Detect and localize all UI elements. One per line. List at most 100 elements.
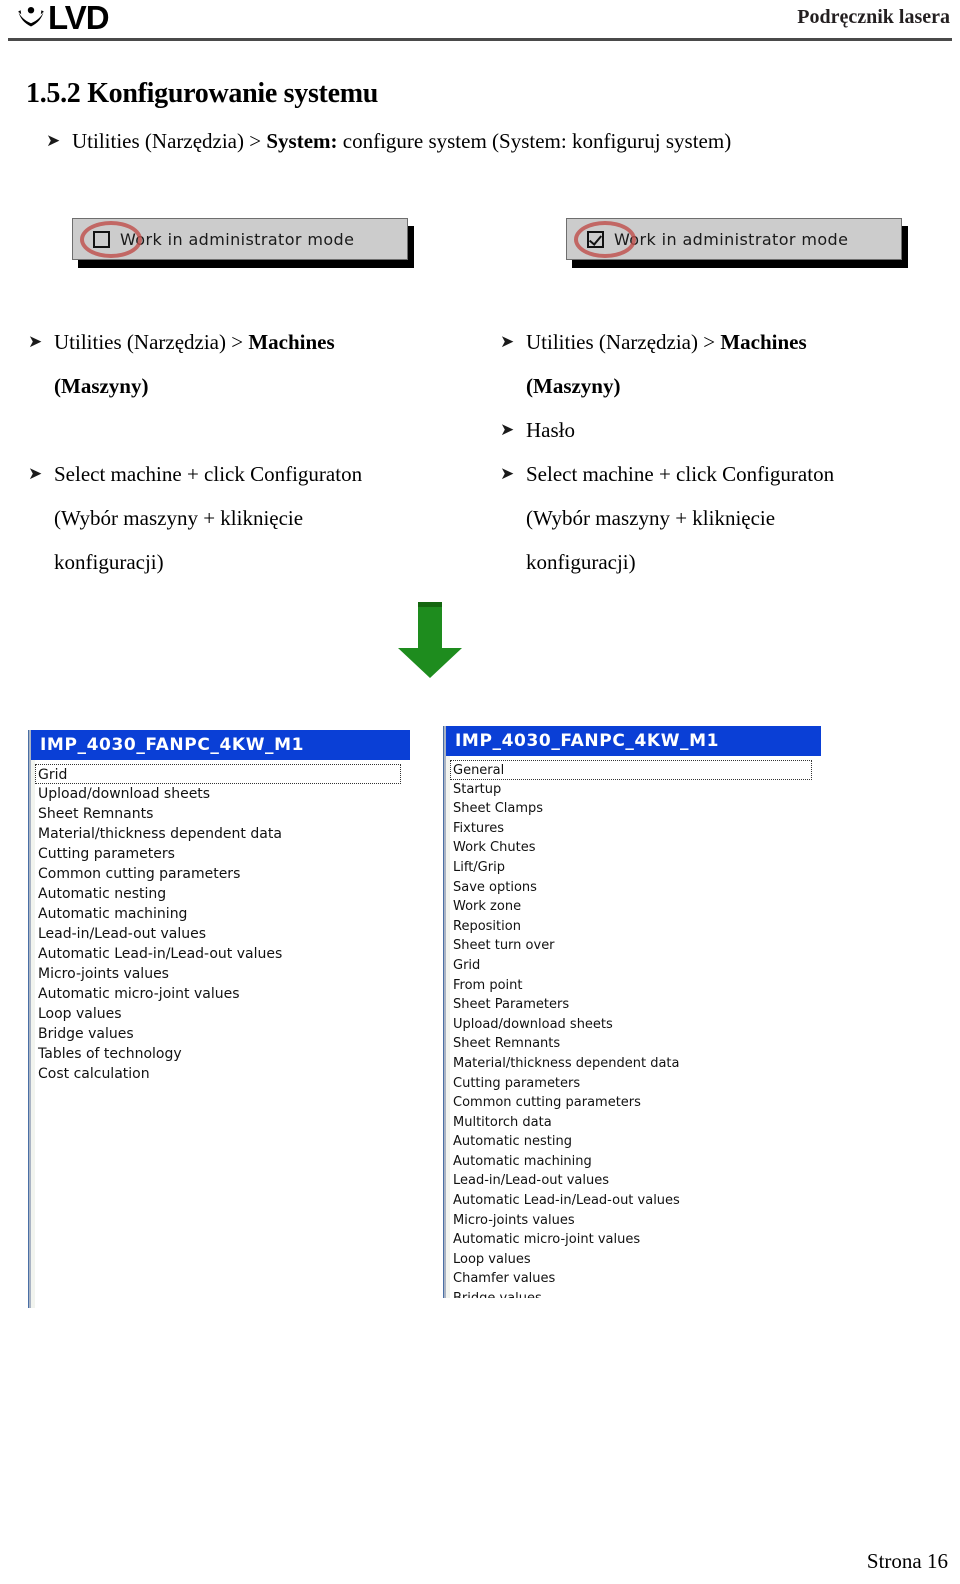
page-number: Strona 16 <box>866 1549 948 1573</box>
tree-item[interactable]: Tables of technology <box>35 1044 403 1064</box>
tree-item[interactable]: Multitorch data <box>450 1113 814 1133</box>
tree-title-left: IMP_4030_FANPC_4KW_M1 <box>31 730 410 760</box>
right-bullet-haslo: ➤ Hasło <box>500 408 930 452</box>
right-b1-bold: Machines <box>720 330 807 354</box>
tree-item[interactable]: Automatic machining <box>450 1152 814 1172</box>
tree-item[interactable]: From point <box>450 976 814 996</box>
tree-item[interactable]: Sheet Clamps <box>450 799 814 819</box>
tree-item[interactable]: Upload/download sheets <box>450 1015 814 1035</box>
right-bullet-1-text: Utilities (Narzędzia) > Machines <box>526 320 807 364</box>
bullet-arrow-icon: ➤ <box>500 464 515 484</box>
tree-item[interactable]: Cutting parameters <box>35 844 403 864</box>
green-down-arrow-icon <box>398 602 462 678</box>
header-divider <box>8 38 952 41</box>
intro-bullet-text: Utilities (Narzędzia) > System: configur… <box>72 128 731 154</box>
tree-item[interactable]: Automatic nesting <box>450 1132 814 1152</box>
bullet-arrow-icon: ➤ <box>46 131 61 151</box>
left-bullet-2-cont1: (Wybór maszyny + kliknięcie <box>54 506 304 530</box>
tree-item[interactable]: Loop values <box>450 1250 814 1270</box>
tree-item[interactable]: Common cutting parameters <box>35 864 403 884</box>
checkbox-figure-unchecked: Work in administrator mode <box>72 218 414 268</box>
left-b1-pre: Utilities (Narzędzia) > <box>54 330 249 354</box>
tree-item[interactable]: Fixtures <box>450 819 814 839</box>
tree-item[interactable]: Lead-in/Lead-out values <box>35 924 403 944</box>
tree-item[interactable]: Material/thickness dependent data <box>35 824 403 844</box>
tree-item[interactable]: Cost calculation <box>35 1064 403 1084</box>
tree-item[interactable]: Lift/Grip <box>450 858 814 878</box>
tree-item[interactable]: Startup <box>450 780 814 800</box>
tree-item[interactable]: Automatic Lead-in/Lead-out values <box>450 1191 814 1211</box>
red-ellipse-highlight-icon <box>80 221 142 258</box>
tree-title-right: IMP_4030_FANPC_4KW_M1 <box>446 726 821 756</box>
right-bullet-2: ➤ Select machine + click Configuraton <box>500 452 930 496</box>
left-b1-cont-text: (Maszyny) <box>54 374 149 398</box>
tree-item[interactable]: Grid <box>450 956 814 976</box>
logo-wordmark: LVD <box>48 0 110 36</box>
lvd-emblem-icon <box>18 6 44 27</box>
right-b1-pre: Utilities (Narzędzia) > <box>526 330 721 354</box>
tree-item[interactable]: Work zone <box>450 897 814 917</box>
tree-item[interactable]: Cutting parameters <box>450 1074 814 1094</box>
tree-item[interactable]: Automatic Lead-in/Lead-out values <box>35 944 403 964</box>
tree-item[interactable]: Reposition <box>450 917 814 937</box>
right-bullet-haslo-text: Hasło <box>526 418 575 442</box>
lvd-logo: LVD <box>16 0 110 36</box>
tree-item[interactable]: Lead-in/Lead-out values <box>450 1171 814 1191</box>
tree-item[interactable]: Upload/download sheets <box>35 784 403 804</box>
left-bullet-1: ➤ Utilities (Narzędzia) > Machines <box>28 320 458 364</box>
left-bullet-2: ➤ Select machine + click Configuraton <box>28 452 458 496</box>
administrator-mode-label: Work in administrator mode <box>120 229 355 249</box>
left-b1-bold: Machines <box>248 330 335 354</box>
intro-post: configure system (System: konfiguruj sys… <box>337 129 732 153</box>
left-instruction-column: ➤ Utilities (Narzędzia) > Machines (Masz… <box>28 320 458 584</box>
tree-item[interactable]: Chamfer values <box>450 1269 814 1289</box>
tree-item[interactable]: Micro-joints values <box>35 964 403 984</box>
right-bullet-2-text: Select machine + click Configuraton <box>526 462 835 486</box>
bullet-arrow-icon: ➤ <box>28 464 43 484</box>
right-bullet-2-cont2: konfiguracji) <box>526 550 636 574</box>
left-bullet-1-cont: (Maszyny) <box>28 364 458 408</box>
intro-bold: System: <box>266 129 338 153</box>
right-b1-cont-text: (Maszyny) <box>526 374 621 398</box>
left-bullet-2-cont2: konfiguracji) <box>54 550 164 574</box>
right-bullet-1-cont: (Maszyny) <box>500 364 930 408</box>
page-title: 1.5.2 Konfigurowanie systemu <box>26 78 378 109</box>
red-ellipse-highlight-icon <box>574 221 636 258</box>
tree-item[interactable]: Sheet Remnants <box>450 1034 814 1054</box>
administrator-mode-label: Work in administrator mode <box>614 229 849 249</box>
intro-pre: Utilities (Narzędzia) > <box>72 129 267 153</box>
tree-item[interactable]: Bridge values <box>450 1289 814 1298</box>
tree-item[interactable]: Bridge values <box>35 1024 403 1044</box>
bullet-arrow-icon: ➤ <box>500 420 515 440</box>
tree-item[interactable]: Automatic nesting <box>35 884 403 904</box>
tree-list-right[interactable]: General Startup Sheet Clamps Fixtures Work C… <box>450 760 821 1298</box>
tree-item[interactable]: Common cutting parameters <box>450 1093 814 1113</box>
tree-item[interactable]: Sheet Parameters <box>450 995 814 1015</box>
tree-item[interactable]: Material/thickness dependent data <box>450 1054 814 1074</box>
column-spacer <box>28 408 458 452</box>
tree-item[interactable]: Sheet Remnants <box>35 804 403 824</box>
tree-item[interactable]: Automatic machining <box>35 904 403 924</box>
right-instruction-column: ➤ Utilities (Narzędzia) > Machines (Masz… <box>500 320 930 584</box>
tree-item[interactable]: Loop values <box>35 1004 403 1024</box>
tree-item[interactable]: Automatic micro-joint values <box>35 984 403 1004</box>
tree-item[interactable]: Sheet turn over <box>450 936 814 956</box>
left-bullet-1-text: Utilities (Narzędzia) > Machines <box>54 320 335 364</box>
page-header: LVD Podręcznik lasera <box>0 0 960 42</box>
bullet-arrow-icon: ➤ <box>28 332 43 352</box>
tree-list-left[interactable]: Grid Upload/download sheets Sheet Remnants… <box>35 764 410 1308</box>
machine-config-tree-left: IMP_4030_FANPC_4KW_M1 Grid Upload/downloa… <box>28 730 410 1308</box>
right-bullet-2-cont1: (Wybór maszyny + kliknięcie <box>526 506 776 530</box>
tree-item[interactable]: Work Chutes <box>450 838 814 858</box>
checkbox-figure-checked: Work in administrator mode <box>566 218 908 268</box>
tree-item[interactable]: Save options <box>450 878 814 898</box>
tree-item[interactable]: Automatic micro-joint values <box>450 1230 814 1250</box>
left-bullet-2-text: Select machine + click Configuraton <box>54 462 363 486</box>
right-bullet-1: ➤ Utilities (Narzędzia) > Machines <box>500 320 930 364</box>
machine-config-tree-right: IMP_4030_FANPC_4KW_M1 General Startup Shee… <box>443 726 821 1298</box>
tree-item[interactable]: Micro-joints values <box>450 1211 814 1231</box>
bullet-arrow-icon: ➤ <box>500 332 515 352</box>
manual-title: Podręcznik lasera <box>797 6 950 28</box>
tree-item[interactable]: Grid <box>35 764 401 784</box>
tree-item[interactable]: General <box>450 760 812 780</box>
